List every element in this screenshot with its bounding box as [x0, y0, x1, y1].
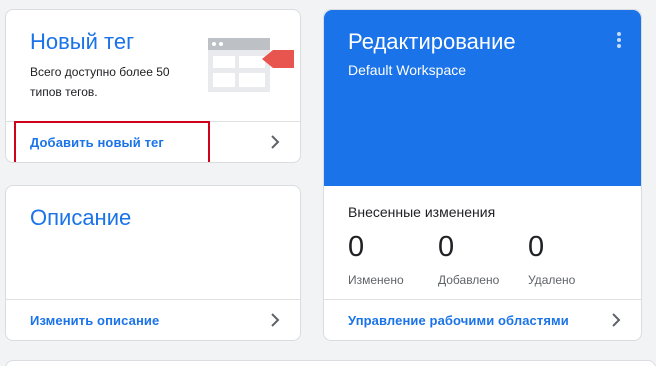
- bottom-card: [5, 360, 656, 366]
- changes-label: Внесенные изменения: [348, 204, 496, 220]
- stat-added-value: 0: [438, 231, 455, 263]
- chevron-right-icon: [271, 135, 280, 149]
- workspace-title: Редактирование: [348, 29, 516, 54]
- manage-workspaces-label: Управление рабочими областями: [348, 312, 569, 328]
- chevron-right-icon: [612, 313, 621, 327]
- manage-workspaces-link[interactable]: Управление рабочими областями: [324, 299, 641, 340]
- stat-added: 0 Добавлено: [438, 230, 518, 287]
- workspace-name: Default Workspace: [348, 62, 467, 78]
- workspace-card: Редактирование Default Workspace Внесенн…: [323, 9, 642, 341]
- add-new-tag-label: Добавить новый тег: [30, 134, 164, 150]
- stat-added-label: Добавлено: [438, 273, 500, 287]
- add-new-tag-link[interactable]: Добавить новый тег: [6, 121, 300, 162]
- stat-deleted-label: Удалено: [528, 273, 576, 287]
- stat-modified-label: Изменено: [348, 273, 404, 287]
- stat-modified-value: 0: [348, 231, 365, 263]
- stat-deleted: 0 Удалено: [528, 230, 608, 287]
- new-tag-card: Новый тег Всего доступно более 50 типов …: [5, 9, 301, 163]
- new-tag-description: Всего доступно более 50 типов тегов.: [30, 65, 170, 99]
- edit-description-link[interactable]: Изменить описание: [6, 299, 300, 340]
- workspace-header: Редактирование Default Workspace: [324, 10, 641, 186]
- new-tag-title: Новый тег: [30, 29, 135, 54]
- description-card: Описание Изменить описание: [5, 185, 301, 341]
- chevron-right-icon: [271, 313, 280, 327]
- stat-deleted-value: 0: [528, 231, 545, 263]
- stat-modified: 0 Изменено: [348, 230, 428, 287]
- description-title: Описание: [30, 205, 132, 230]
- tag-illustration-icon: [208, 38, 294, 92]
- more-vert-icon[interactable]: [615, 32, 623, 52]
- edit-description-label: Изменить описание: [30, 312, 160, 328]
